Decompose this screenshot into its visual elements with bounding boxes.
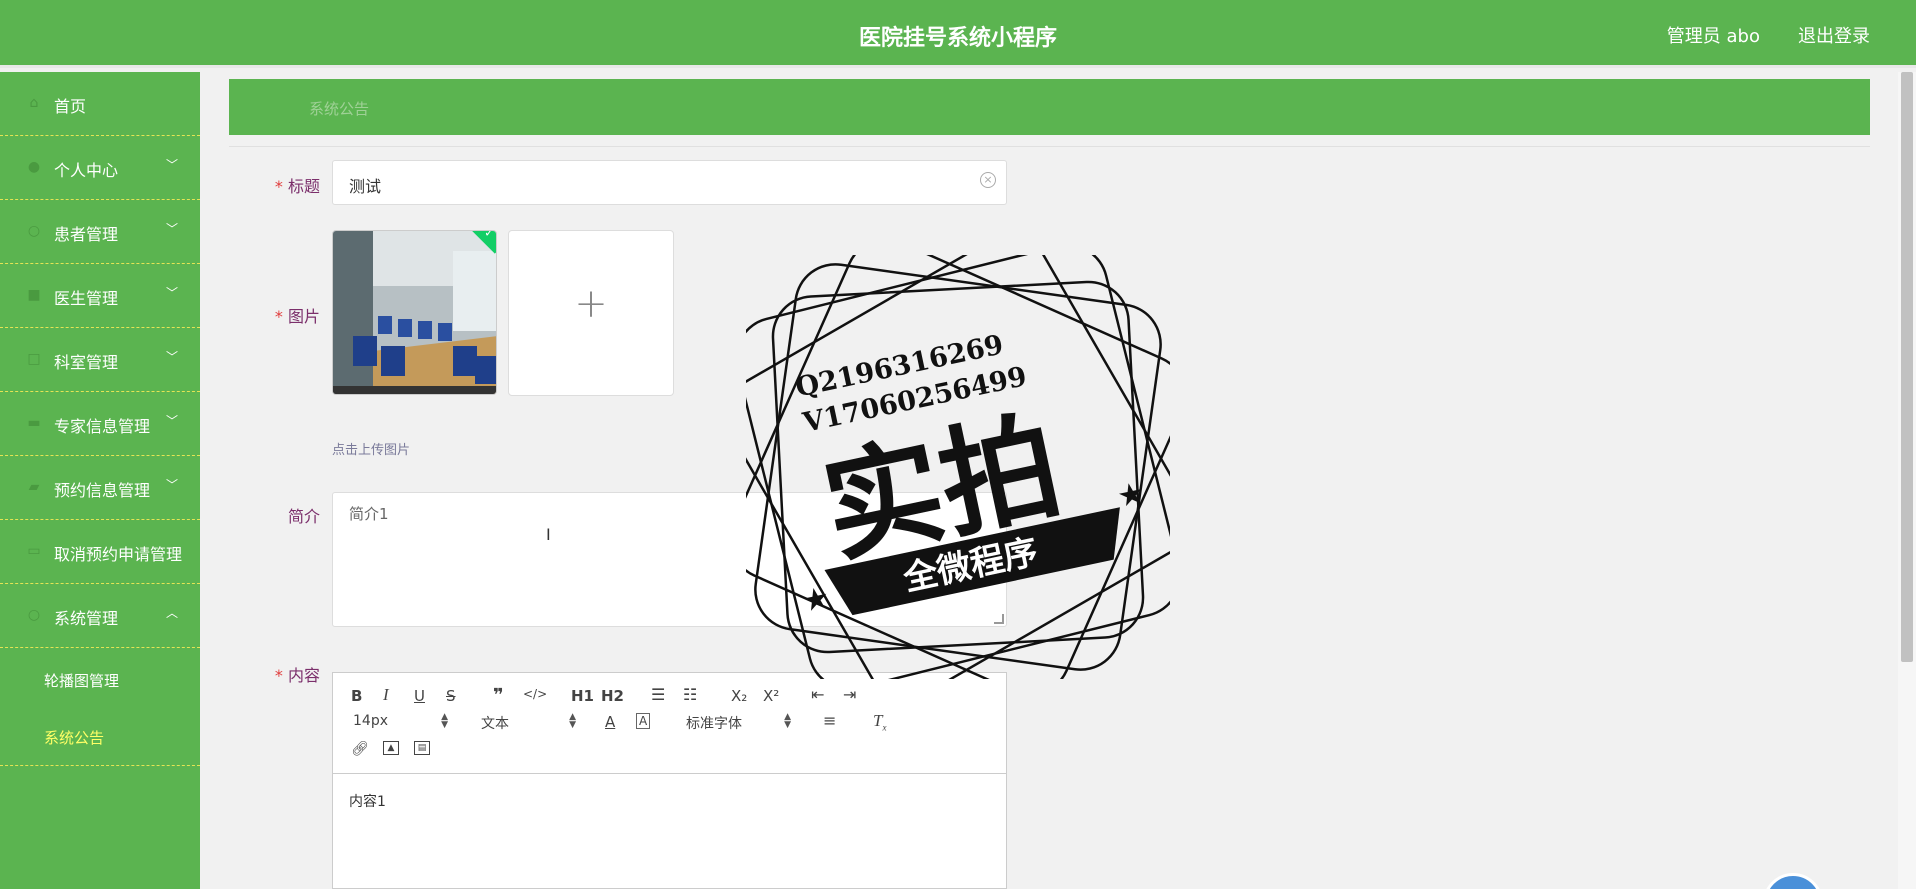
strikethrough-button[interactable]: S (446, 687, 456, 705)
image-label: * 图片 (274, 307, 320, 326)
title-input[interactable]: 测试 × (332, 160, 1007, 205)
sidebar-item-patients[interactable]: ○ 患者管理 ﹀ (0, 200, 200, 264)
font-size-select[interactable]: 14px ▲ ▼ (353, 713, 448, 731)
sidebar-item-label: 个人中心 (54, 161, 119, 180)
underline-button[interactable]: U (414, 687, 425, 705)
font-size-value: 14px (353, 713, 388, 729)
sidebar-item-system[interactable]: ○ 系统管理 ︿ (0, 584, 200, 648)
code-button[interactable]: </> (523, 687, 547, 701)
sidebar-item-doctors[interactable]: ■ 医生管理 ﹀ (0, 264, 200, 328)
background-color-icon[interactable]: A (636, 713, 651, 729)
plus-icon: + (574, 281, 608, 327)
video-icon[interactable]: ▤ (414, 741, 430, 755)
sidebar-item-cancel-requests[interactable]: ▭ 取消预约申请管理 (0, 520, 200, 584)
top-header: 医院挂号系统小程序 管理员 abo 退出登录 (0, 0, 1916, 68)
patient-icon: ○ (27, 223, 41, 239)
h2-button[interactable]: H2 (601, 687, 624, 705)
current-user-label: 管理员 abo (1666, 26, 1760, 47)
superscript-button[interactable]: X² (763, 687, 779, 705)
system-submenu: 轮播图管理 系统公告 (0, 648, 200, 766)
intro-textarea-value: 简介1 (349, 505, 389, 523)
logout-link[interactable]: 退出登录 (1798, 22, 1870, 48)
image-upload-button[interactable]: + (508, 230, 674, 396)
intro-label: 简介 (287, 507, 320, 526)
check-icon: ✓ (484, 230, 495, 240)
chevron-down-icon: ﹀ (165, 414, 178, 428)
ordered-list-icon[interactable]: ☰ (651, 685, 665, 704)
paragraph-value: 文本 (481, 716, 509, 732)
chevron-down-icon: ﹀ (165, 478, 178, 492)
sidebar-item-label: 医生管理 (54, 289, 119, 308)
scrollbar-thumb[interactable] (1901, 72, 1913, 662)
editor-content[interactable]: 内容1 (349, 791, 386, 811)
star-icon: ★ (799, 580, 833, 620)
expert-icon: ▬ (27, 415, 41, 431)
app-title: 医院挂号系统小程序 (858, 26, 1057, 51)
system-icon: ○ (27, 607, 41, 623)
bold-button[interactable]: B (351, 687, 362, 705)
sidebar-item-label: 科室管理 (54, 353, 119, 372)
appointment-icon: ▰ (28, 479, 40, 495)
chevron-down-icon: ﹀ (165, 350, 178, 364)
sidebar: ⌂ 首页 ● 个人中心 ﹀ ○ 患者管理 ﹀ ■ 医生管理 ﹀ □ 科室管理 ﹀… (0, 72, 200, 889)
sidebar-item-label: 取消预约申请管理 (54, 545, 183, 564)
outdent-icon[interactable]: ⇤ (811, 685, 824, 704)
upload-tip: 点击上传图片 (332, 443, 411, 458)
subscript-button[interactable]: X₂ (731, 687, 747, 705)
sidebar-item-home[interactable]: ⌂ 首页 (0, 72, 200, 136)
sidebar-item-label: 预约信息管理 (54, 481, 151, 500)
sidebar-item-personal-center[interactable]: ● 个人中心 ﹀ (0, 136, 200, 200)
rich-text-editor[interactable]: B I U S ❞ </> H1 H2 ☰ ☷ X₂ X² ⇤ ⇥ 14px ▲… (332, 672, 1007, 889)
breadcrumb-bar: 系统公告 (229, 79, 1870, 135)
sidebar-item-experts[interactable]: ▬ 专家信息管理 ﹀ (0, 392, 200, 456)
submenu-item-carousel[interactable]: 轮播图管理 (44, 670, 119, 691)
sidebar-item-appointments[interactable]: ▰ 预约信息管理 ﹀ (0, 456, 200, 520)
content-label: * 内容 (274, 666, 320, 685)
paragraph-select[interactable]: 文本 ▲ ▼ (481, 712, 576, 733)
doctor-icon: ■ (27, 287, 41, 303)
text-cursor-icon: I (546, 525, 551, 544)
indent-icon[interactable]: ⇥ (843, 685, 856, 704)
select-arrows-icon: ▲ ▼ (784, 712, 791, 730)
select-arrows-icon: ▲ ▼ (441, 712, 448, 730)
editor-toolbar: B I U S ❞ </> H1 H2 ☰ ☷ X₂ X² ⇤ ⇥ 14px ▲… (333, 673, 1006, 774)
font-color-icon[interactable]: A (605, 713, 615, 731)
chevron-up-icon: ︿ (165, 606, 178, 620)
image-icon[interactable]: ▲ (383, 741, 399, 755)
sidebar-item-departments[interactable]: □ 科室管理 ﹀ (0, 328, 200, 392)
sidebar-item-label: 系统管理 (54, 609, 119, 628)
align-icon[interactable]: ≡ (823, 711, 836, 730)
watermark-stamp: Q2196316269 V17060256499 实拍 全微程序 ★ ★ (746, 255, 1170, 679)
submenu-item-announcement[interactable]: 系统公告 (44, 727, 104, 748)
department-icon: □ (27, 351, 41, 367)
breadcrumb[interactable]: 系统公告 (309, 98, 369, 119)
title-input-value: 测试 (349, 177, 382, 196)
sidebar-item-label: 专家信息管理 (54, 417, 151, 436)
hospital-hall-image (333, 231, 496, 394)
cancel-icon: ▭ (27, 543, 41, 559)
chevron-down-icon: ﹀ (165, 158, 178, 172)
select-arrows-icon: ▲ ▼ (569, 712, 576, 730)
clear-format-icon[interactable]: Tx (873, 711, 886, 732)
user-icon: ● (27, 159, 41, 175)
quote-button[interactable]: ❞ (493, 685, 504, 706)
home-icon: ⌂ (29, 95, 39, 111)
italic-button[interactable]: I (383, 685, 389, 705)
clear-icon[interactable]: × (980, 172, 996, 188)
link-icon[interactable]: 🔗︎ (351, 741, 369, 757)
font-family-select[interactable]: 标准字体 ▲ ▼ (686, 712, 791, 733)
title-label: * 标题 (274, 177, 320, 196)
h1-button[interactable]: H1 (571, 687, 594, 705)
chevron-down-icon: ﹀ (165, 222, 178, 236)
chevron-down-icon: ﹀ (165, 286, 178, 300)
bullet-list-icon[interactable]: ☷ (683, 685, 697, 704)
font-family-value: 标准字体 (686, 716, 742, 732)
sidebar-item-label: 患者管理 (54, 225, 119, 244)
sidebar-item-label: 首页 (54, 97, 87, 116)
uploaded-image-thumbnail[interactable]: ✓ (332, 230, 497, 395)
